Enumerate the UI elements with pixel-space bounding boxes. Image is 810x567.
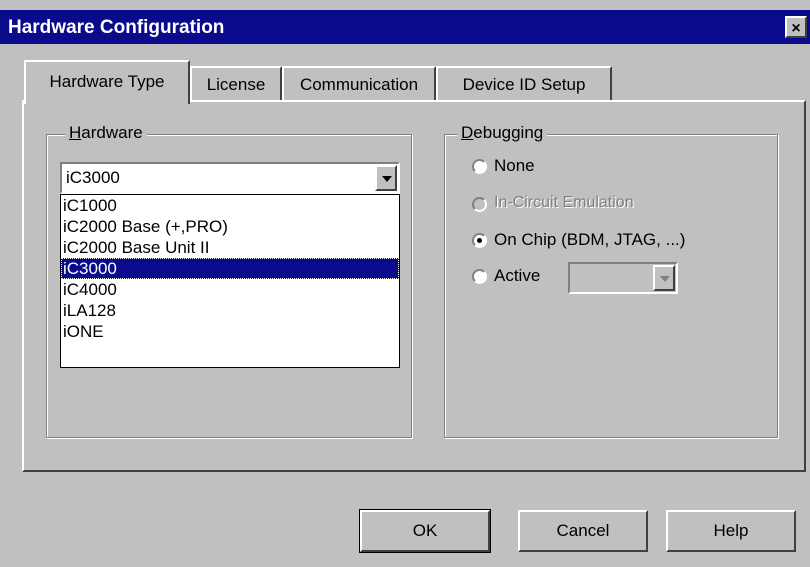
chevron-down-icon xyxy=(660,276,670,282)
cancel-button-label: Cancel xyxy=(556,521,610,540)
ok-button-label: OK xyxy=(412,521,438,540)
hardware-select-value: iC3000 xyxy=(66,168,120,187)
radio-button[interactable] xyxy=(472,159,487,174)
radio-label: Active xyxy=(494,266,541,285)
hardware-group-label: Hardware xyxy=(65,123,147,143)
tab-label: Device ID Setup xyxy=(462,75,586,94)
radio-label: On Chip (BDM, JTAG, ...) xyxy=(494,230,686,249)
radio-button xyxy=(472,197,487,212)
hardware-dropdown-list: iC1000 iC2000 Base (+,PRO) iC2000 Base U… xyxy=(60,194,400,368)
radio-selected-dot xyxy=(477,238,482,243)
tab-device-id-setup[interactable]: Device ID Setup xyxy=(436,66,612,102)
cancel-button[interactable]: Cancel xyxy=(518,510,648,552)
tab-label: Hardware Type xyxy=(49,72,165,91)
window-title: Hardware Configuration xyxy=(8,17,225,38)
list-item[interactable]: iC2000 Base (+,PRO) xyxy=(61,216,399,237)
tab-communication[interactable]: Communication xyxy=(282,66,436,102)
tab-label: Communication xyxy=(299,75,419,94)
tab-label: License xyxy=(206,75,266,94)
debugging-group-label: Debugging xyxy=(457,123,548,143)
tab-hardware-type[interactable]: Hardware Type xyxy=(24,60,190,104)
list-item[interactable]: iC1000 xyxy=(61,195,399,216)
hardware-select[interactable]: iC3000 xyxy=(60,162,400,194)
radio-label: None xyxy=(494,156,535,175)
list-item[interactable]: iC2000 Base Unit II xyxy=(61,237,399,258)
help-button-label: Help xyxy=(713,521,749,540)
list-item[interactable]: iONE xyxy=(61,321,399,342)
hardware-dropdown-button[interactable] xyxy=(375,165,397,191)
active-dropdown-button xyxy=(653,265,675,291)
help-button[interactable]: Help xyxy=(666,510,796,552)
radio-button[interactable] xyxy=(472,269,487,284)
tab-license[interactable]: License xyxy=(190,66,282,102)
active-select xyxy=(568,262,678,294)
list-item-selected[interactable]: iC3000 xyxy=(61,258,399,279)
radio-label: In-Circuit Emulation xyxy=(494,194,634,211)
chevron-down-icon xyxy=(382,176,392,182)
list-item[interactable]: iLA128 xyxy=(61,300,399,321)
close-button[interactable]: × xyxy=(785,16,807,38)
close-icon: × xyxy=(791,20,801,37)
ok-button[interactable]: OK xyxy=(359,509,491,553)
title-bar[interactable]: Hardware Configuration × xyxy=(0,10,810,44)
radio-button[interactable] xyxy=(472,233,487,248)
list-item[interactable]: iC4000 xyxy=(61,279,399,300)
